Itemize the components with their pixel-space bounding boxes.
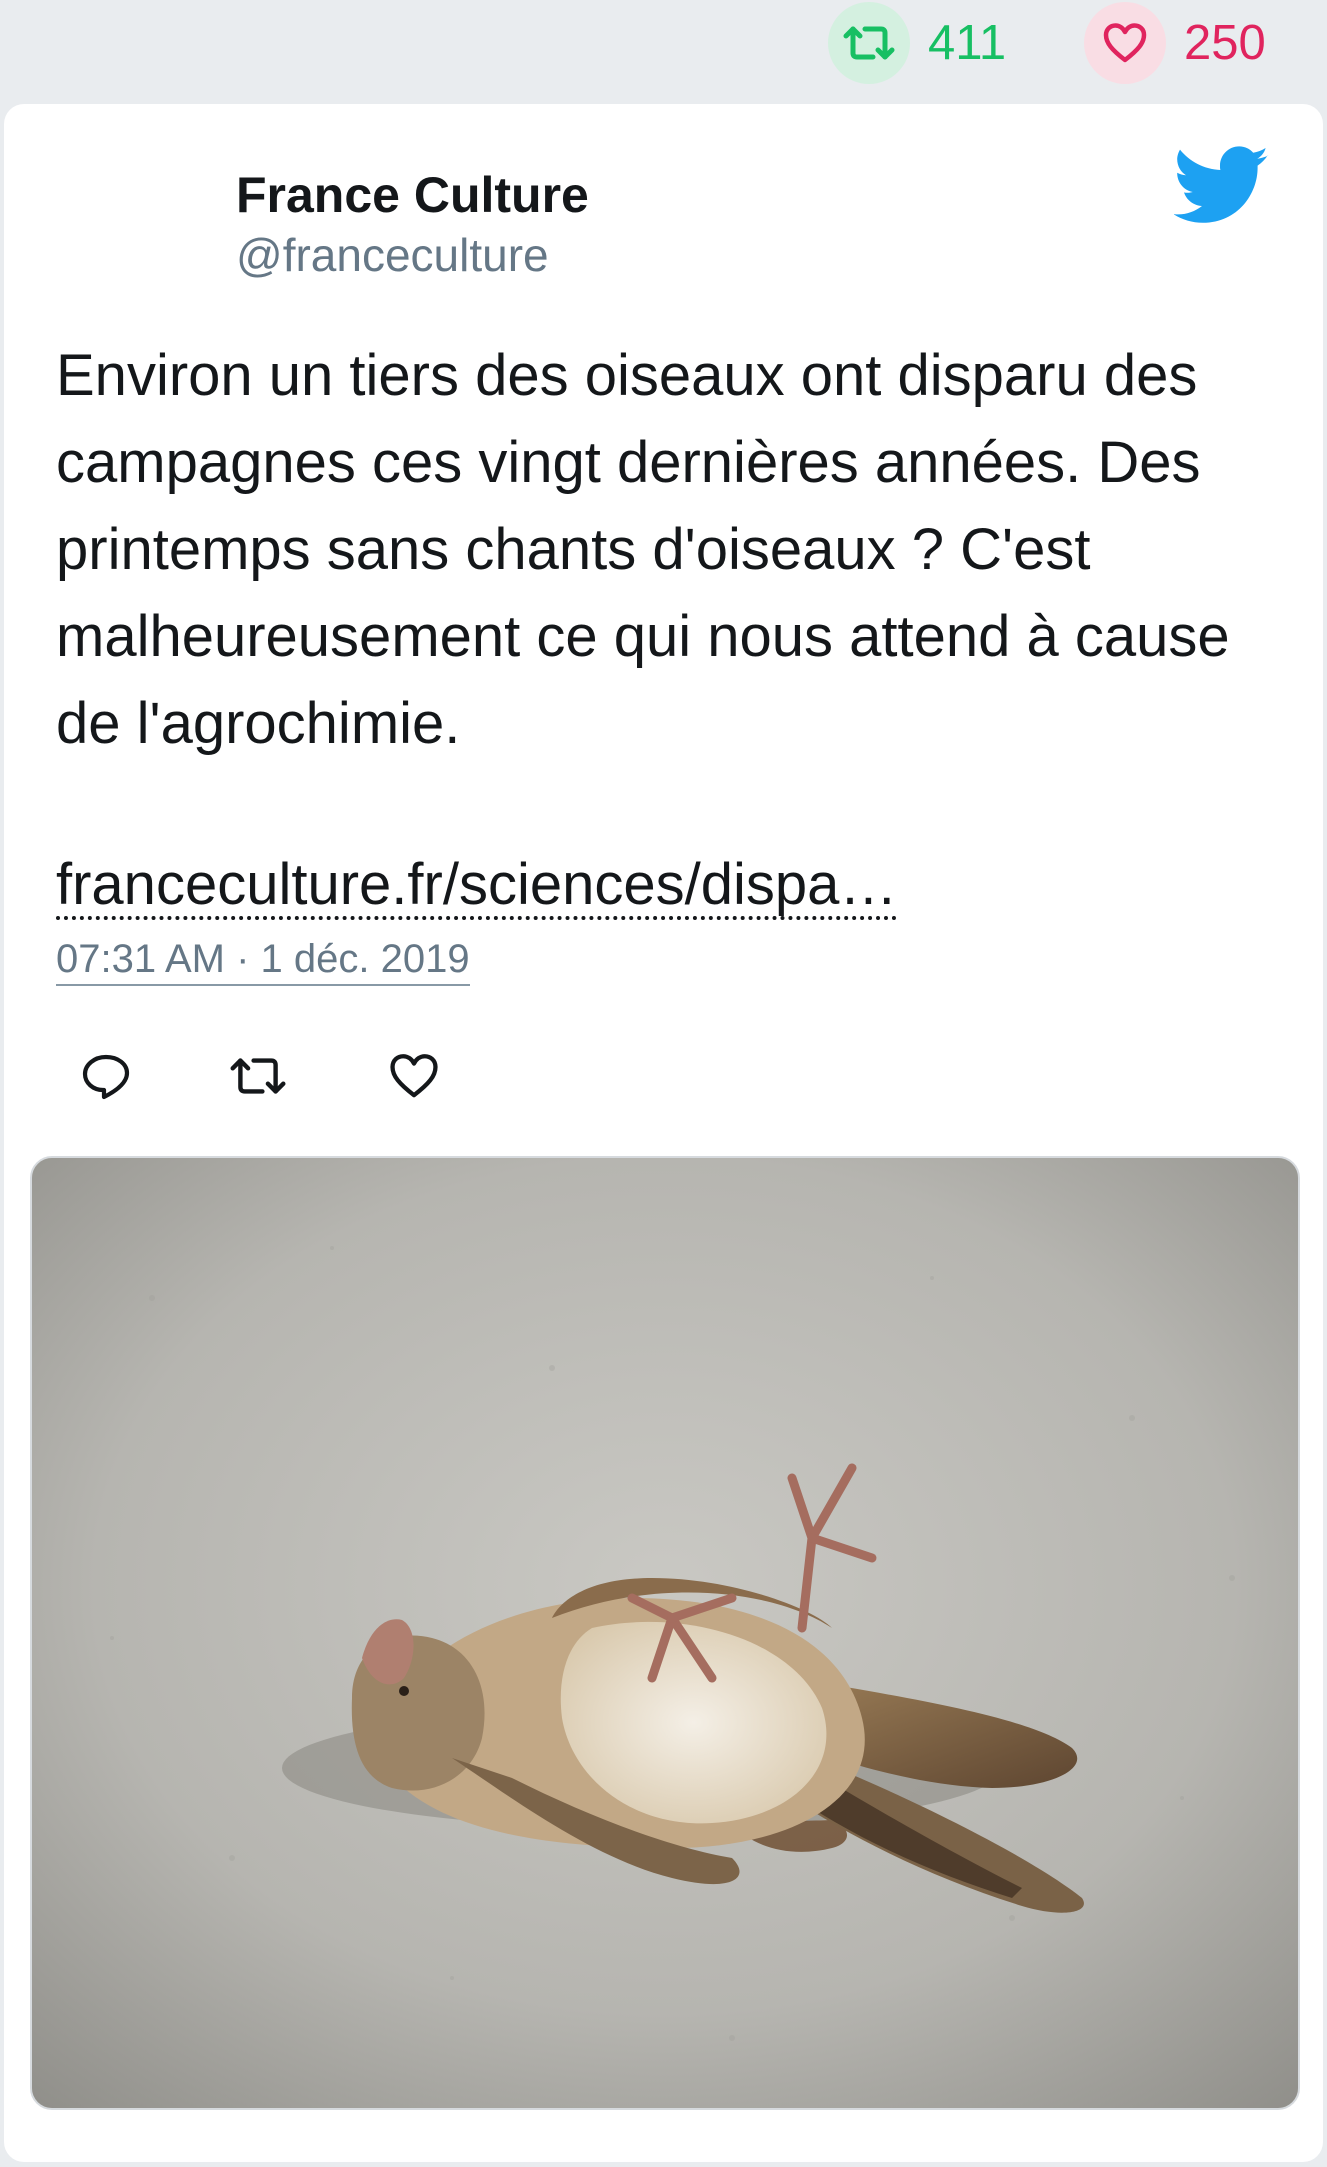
retweet-icon[interactable] [828, 2, 910, 84]
twitter-bird-icon[interactable] [1173, 146, 1270, 226]
tweet-link[interactable]: franceculture.fr/sciences/dispa… [56, 854, 898, 920]
retweet-count: 411 [928, 15, 1007, 70]
reply-icon[interactable] [74, 1044, 138, 1108]
heart-icon[interactable] [1084, 2, 1166, 84]
tweet-text: Environ un tiers des oiseaux ont disparu… [56, 343, 1230, 756]
retweet-count-stat[interactable]: 411 [828, 2, 1006, 84]
tweet-timestamp[interactable]: 07:31 AM · 1 déc. 2019 [56, 934, 470, 986]
author-handle[interactable]: @franceculture [236, 228, 549, 282]
tweet-photo-dead-bird[interactable] [30, 1156, 1300, 2110]
heart-icon[interactable] [382, 1044, 446, 1108]
engagement-bar: 411 250 [0, 0, 1327, 102]
like-count-stat[interactable]: 250 [1084, 2, 1266, 84]
author-name[interactable]: France Culture [236, 166, 589, 224]
like-count: 250 [1184, 15, 1266, 70]
retweet-icon[interactable] [226, 1044, 290, 1108]
tweet-card: France Culture @franceculture Environ un… [4, 104, 1323, 2162]
